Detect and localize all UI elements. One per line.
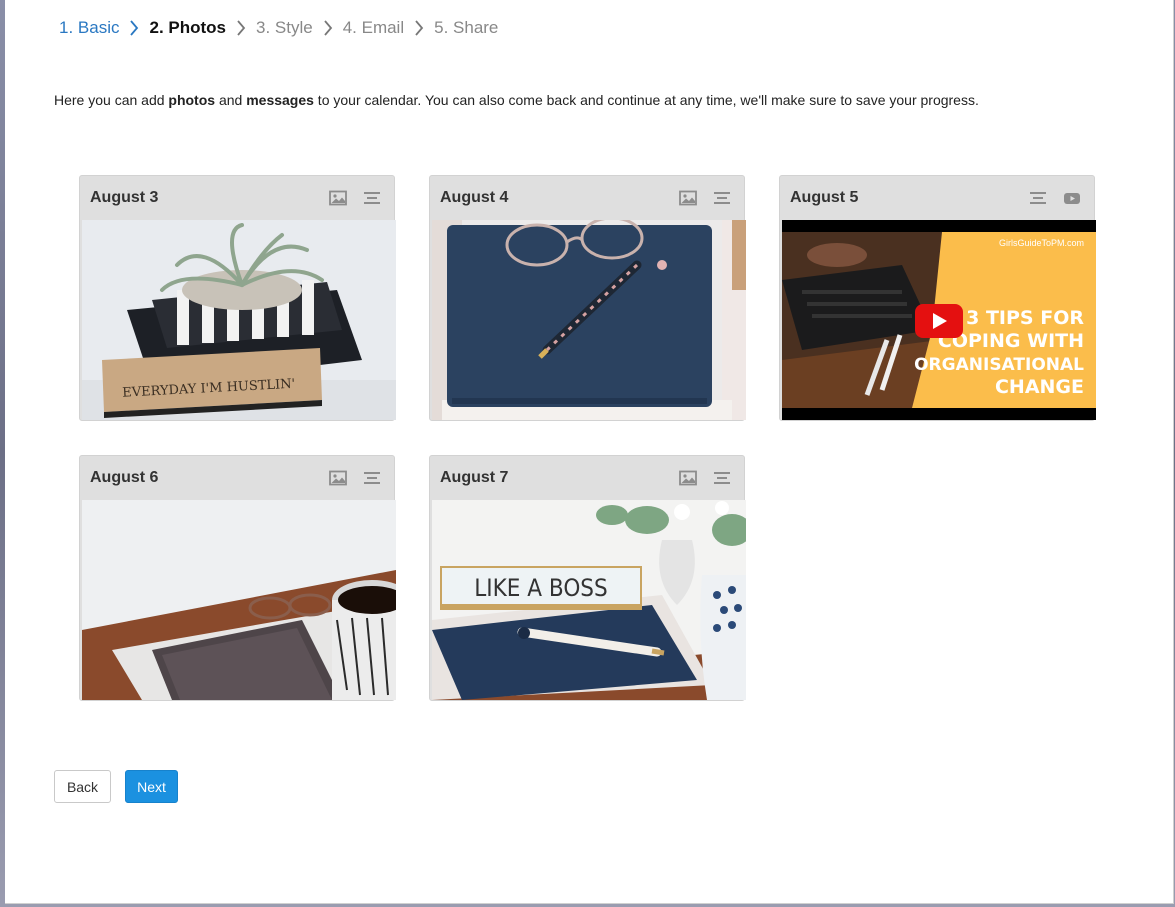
- day-card-august-7: August 7 LIKE A BOSS: [429, 455, 746, 701]
- day-card-august-3: August 3 EVERYDAY I'M HUSTLIN': [79, 175, 396, 421]
- step-photos[interactable]: 2. Photos: [149, 18, 226, 38]
- card-title: August 4: [440, 189, 509, 206]
- wizard-panel: 1. Basic 2. Photos 3. Style 4. Email 5. …: [5, 0, 1174, 904]
- video-brand: GirlsGuideToPM.com: [999, 238, 1084, 248]
- next-button[interactable]: Next: [125, 770, 178, 803]
- intro-photos: photos: [168, 92, 216, 108]
- card-photo[interactable]: LIKE A BOSS: [432, 500, 746, 700]
- card-header: August 7: [430, 456, 744, 500]
- day-card-august-6: August 6: [79, 455, 396, 701]
- card-header: August 4: [430, 176, 744, 220]
- align-center-icon[interactable]: [1028, 188, 1048, 208]
- card-tools: [1028, 188, 1084, 208]
- chevron-right-icon: [119, 16, 149, 40]
- youtube-icon[interactable]: [1062, 188, 1082, 208]
- align-center-icon[interactable]: [712, 188, 732, 208]
- card-photo[interactable]: [82, 500, 396, 700]
- image-icon[interactable]: [328, 188, 348, 208]
- intro-messages: messages: [246, 92, 314, 108]
- day-card-august-5: August 5 GirlsGuideToPM.com 3 TIPS FOR C…: [779, 175, 1096, 421]
- image-icon[interactable]: [678, 468, 698, 488]
- card-tools: [328, 188, 384, 208]
- image-icon[interactable]: [678, 188, 698, 208]
- step-basic[interactable]: 1. Basic: [59, 18, 119, 38]
- align-center-icon[interactable]: [362, 468, 382, 488]
- card-header: August 6: [80, 456, 394, 500]
- card-photo-caption: LIKE A BOSS: [474, 574, 607, 602]
- card-tools: [678, 468, 734, 488]
- video-title-line: 3 TIPS FOR: [966, 307, 1084, 329]
- step-style[interactable]: 3. Style: [256, 18, 313, 38]
- play-button-icon[interactable]: [915, 304, 963, 338]
- video-title-line: CHANGE: [995, 376, 1084, 398]
- card-tools: [678, 188, 734, 208]
- intro-text: Here you can add photos and messages to …: [54, 92, 979, 108]
- card-tools: [328, 468, 384, 488]
- step-share[interactable]: 5. Share: [434, 18, 498, 38]
- card-title: August 3: [90, 189, 159, 206]
- back-button[interactable]: Back: [54, 770, 111, 803]
- chevron-right-icon: [226, 16, 256, 40]
- image-icon[interactable]: [328, 468, 348, 488]
- card-title: August 7: [440, 469, 509, 486]
- align-center-icon[interactable]: [362, 188, 382, 208]
- stepper: 1. Basic 2. Photos 3. Style 4. Email 5. …: [59, 16, 498, 40]
- card-photo[interactable]: [432, 220, 746, 420]
- chevron-right-icon: [313, 16, 343, 40]
- align-center-icon[interactable]: [712, 468, 732, 488]
- intro-part: and: [215, 92, 247, 108]
- intro-part: Here you can add: [54, 92, 169, 108]
- chevron-right-icon: [404, 16, 434, 40]
- card-title: August 6: [90, 469, 159, 486]
- video-thumbnail[interactable]: GirlsGuideToPM.com 3 TIPS FOR COPING WIT…: [782, 220, 1096, 420]
- step-email[interactable]: 4. Email: [343, 18, 404, 38]
- day-card-august-4: August 4: [429, 175, 746, 421]
- video-title-line: ORGANISATIONAL: [914, 355, 1084, 375]
- card-header: August 3: [80, 176, 394, 220]
- intro-part: to your calendar. You can also come back…: [313, 92, 979, 108]
- card-header: August 5: [780, 176, 1094, 220]
- card-photo[interactable]: EVERYDAY I'M HUSTLIN': [82, 220, 396, 420]
- card-title: August 5: [790, 189, 859, 206]
